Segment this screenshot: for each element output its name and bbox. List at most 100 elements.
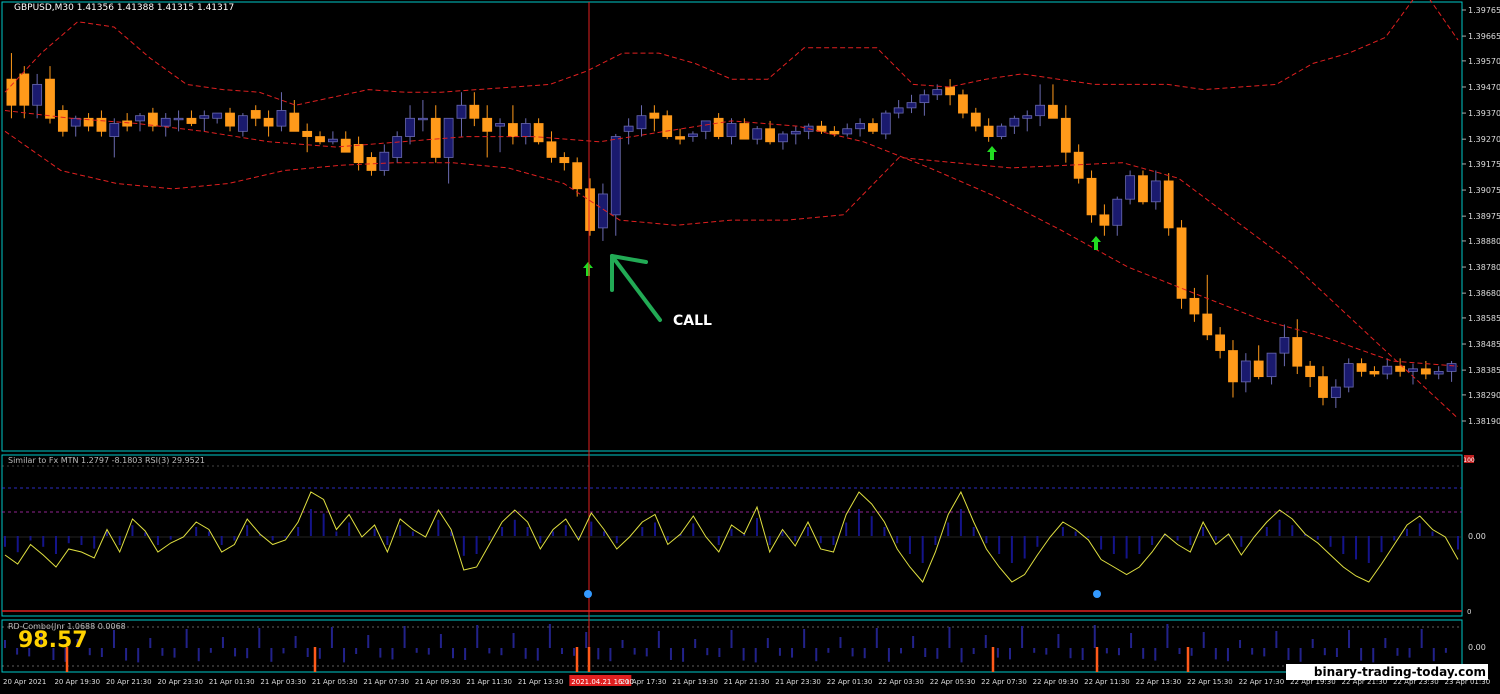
candle-body [1202, 313, 1213, 336]
time-label: 21 Apr 03:30 [260, 678, 306, 686]
time-label: 21 Apr 05:30 [312, 678, 358, 686]
candle-body [1253, 360, 1264, 378]
candle-body [469, 104, 480, 119]
sub1-top-label: 100 [1463, 457, 1475, 464]
candle-body [1408, 368, 1418, 372]
price-label: 1.38385 [1468, 366, 1500, 375]
candle-body [752, 128, 763, 140]
candle-body [1433, 371, 1444, 375]
candle-body [405, 117, 415, 137]
candle-body [1099, 214, 1110, 226]
candle-body [790, 130, 801, 135]
time-label: 21 Apr 19:30 [672, 678, 718, 686]
candle-body [1022, 115, 1033, 119]
candle-body [186, 117, 197, 124]
price-label: 1.39470 [1468, 83, 1500, 92]
candle-body [237, 115, 248, 132]
symbol-header: GBPUSD,M30 1.41356 1.41388 1.41315 1.413… [14, 3, 235, 13]
sub2-value: 98.57 [18, 628, 88, 653]
price-label: 1.38585 [1468, 314, 1500, 323]
signal-arrow-icon [987, 146, 997, 160]
candle-body [970, 112, 981, 127]
candle-body [726, 123, 737, 137]
band-upper [4, 0, 1459, 106]
candle-body [1305, 365, 1316, 378]
candle-body [353, 143, 364, 164]
price-label: 1.38680 [1468, 289, 1500, 298]
candle-body [199, 115, 210, 119]
candle-body [430, 117, 441, 158]
signal-arrow-icon [583, 262, 593, 276]
candle-body [1150, 180, 1161, 203]
candle-body [1356, 363, 1367, 372]
candle-body [713, 117, 724, 137]
time-label: 20 Apr 23:30 [157, 678, 203, 686]
candle-body [109, 123, 120, 137]
candle-body [919, 94, 930, 104]
candle-body [417, 117, 428, 121]
price-label: 1.39665 [1468, 32, 1500, 41]
candle-body [147, 112, 158, 127]
chart-area[interactable]: 1.39765 1.39665 1.39570 1.39470 1.39370 1.392… [0, 0, 1500, 690]
candle-body [778, 133, 788, 143]
candle-body [1279, 337, 1290, 354]
candle-body [688, 133, 698, 137]
chart-svg: 1.39765 1.39665 1.39570 1.39470 1.39370 1.392… [1, 0, 1500, 686]
candle-body [1420, 368, 1431, 375]
signal-arrow-icon [1091, 236, 1101, 250]
candle-body [1035, 104, 1046, 117]
candle-body [1073, 151, 1084, 179]
call-arrow-icon [610, 254, 662, 322]
band-mid [4, 110, 1459, 367]
time-label: 21 Apr 07:30 [363, 678, 409, 686]
candle-body [1163, 180, 1174, 229]
candle-body [160, 117, 171, 127]
candle-body [842, 128, 853, 135]
candle-body [379, 151, 390, 171]
time-label: 22 Apr 07:30 [981, 678, 1027, 686]
candle-body [572, 162, 583, 190]
candle-body [1266, 352, 1277, 378]
sub1-header: Similar to Fx MTN 1.2797 -8.1803 RSI(3) … [8, 456, 205, 465]
candle-body [456, 104, 467, 119]
price-label: 1.38780 [1468, 263, 1500, 272]
watermark: binary-trading-today.com [1286, 664, 1488, 680]
price-label: 1.38880 [1468, 237, 1500, 246]
candle-body [19, 73, 30, 106]
time-label: 21 Apr 09:30 [415, 678, 461, 686]
price-label: 1.38190 [1468, 417, 1500, 426]
time-label: 21 Apr 13:30 [518, 678, 564, 686]
candle-body [250, 110, 261, 119]
candle-body [765, 128, 775, 143]
price-label: 1.38485 [1468, 340, 1500, 349]
candle-body [392, 136, 403, 158]
candle-body [932, 89, 943, 96]
candle-body [1112, 198, 1123, 226]
candle-body [880, 112, 891, 135]
sub1-axis-label: 0.00 [1468, 532, 1486, 541]
candle-body [585, 188, 595, 231]
time-label: 22 Apr 03:30 [878, 678, 924, 686]
candle-body [958, 94, 968, 114]
candle-body [945, 86, 955, 96]
candle-body [636, 115, 647, 130]
candle-body [302, 130, 313, 137]
price-label: 1.39075 [1468, 186, 1500, 195]
call-label: CALL [673, 313, 712, 329]
candle-body [662, 115, 673, 137]
candle-body [649, 112, 660, 119]
candle-body [263, 117, 274, 127]
candle-body [906, 102, 917, 109]
time-label: 22 Apr 05:30 [930, 678, 976, 686]
candle-body [508, 123, 518, 137]
sub2-axis-label: 0.00 [1468, 643, 1486, 652]
candle-body [1343, 363, 1354, 388]
price-label: 1.39370 [1468, 109, 1500, 118]
candle-body [1125, 175, 1136, 200]
candle-body [996, 125, 1007, 137]
candle-body [6, 78, 17, 106]
candle-body [1048, 104, 1058, 119]
candle-body [623, 125, 634, 132]
candle-body [225, 112, 235, 127]
time-label: 22 Apr 01:30 [827, 678, 873, 686]
